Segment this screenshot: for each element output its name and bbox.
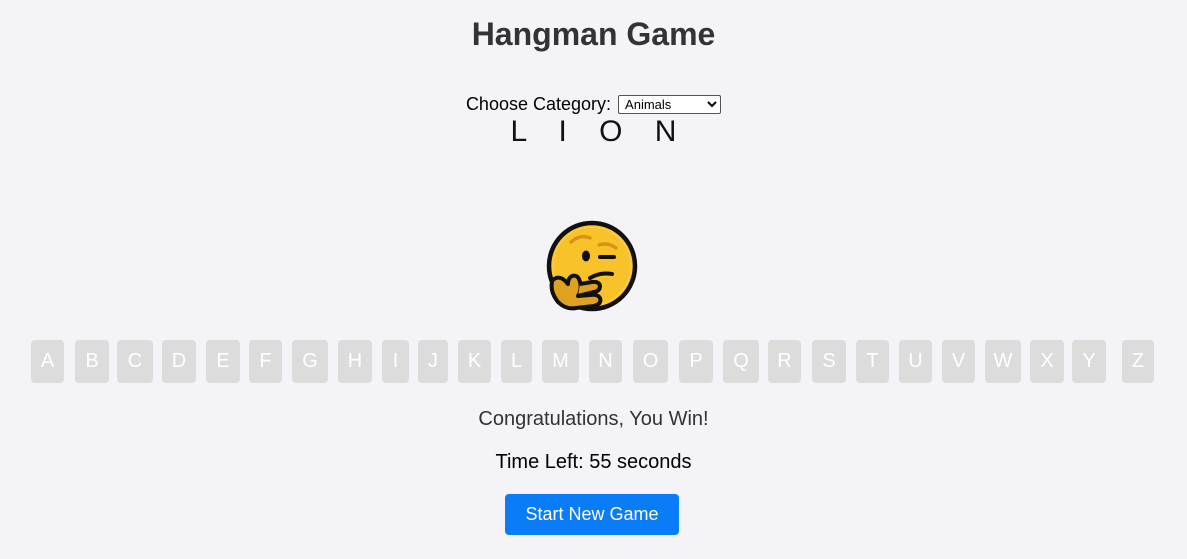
letter-button-z[interactable]: Z	[1122, 340, 1154, 383]
category-select[interactable]: Animals	[618, 95, 722, 114]
letter-button-l[interactable]: L	[501, 340, 532, 383]
letter-button-k[interactable]: K	[458, 340, 491, 383]
word-display: L I O N	[510, 115, 689, 148]
letter-button-n[interactable]: N	[589, 340, 622, 383]
letter-keyboard: ABCDEFGHIJKLMNOPQRSTUVWXYZ	[31, 340, 1171, 384]
letter-button-w[interactable]: W	[985, 340, 1021, 383]
result-message: Congratulations, You Win!	[478, 408, 709, 430]
letter-button-r[interactable]: R	[768, 340, 801, 383]
letter-button-s[interactable]: S	[812, 340, 846, 383]
letter-button-b[interactable]: B	[75, 340, 109, 383]
letter-button-q[interactable]: Q	[723, 340, 759, 383]
letter-button-x[interactable]: X	[1030, 340, 1064, 383]
thinking-face-icon	[546, 220, 638, 312]
letter-button-u[interactable]: U	[899, 340, 932, 383]
letter-button-m[interactable]: M	[542, 340, 579, 383]
letter-button-h[interactable]: H	[338, 340, 372, 383]
category-label: Choose Category:	[465, 94, 612, 114]
category-selector: Choose Category: Animals	[0, 93, 1187, 115]
letter-button-a[interactable]: A	[31, 340, 64, 383]
letter-button-y[interactable]: Y	[1072, 340, 1106, 383]
start-new-game-button[interactable]: Start New Game	[505, 494, 679, 535]
letter-button-e[interactable]: E	[206, 340, 240, 383]
letter-button-o[interactable]: O	[633, 340, 668, 383]
timer-display: Time Left: 55 seconds	[495, 451, 692, 473]
letter-button-p[interactable]: P	[679, 340, 713, 383]
letter-button-c[interactable]: C	[117, 340, 153, 383]
letter-button-f[interactable]: F	[249, 340, 282, 383]
letter-button-v[interactable]: V	[942, 340, 975, 383]
letter-button-g[interactable]: G	[292, 340, 328, 383]
letter-button-t[interactable]: T	[856, 340, 889, 383]
letter-button-d[interactable]: D	[162, 340, 196, 383]
page-title: Hangman Game	[471, 16, 716, 52]
letter-button-j[interactable]: J	[418, 340, 448, 383]
letter-button-i[interactable]: I	[382, 340, 409, 383]
